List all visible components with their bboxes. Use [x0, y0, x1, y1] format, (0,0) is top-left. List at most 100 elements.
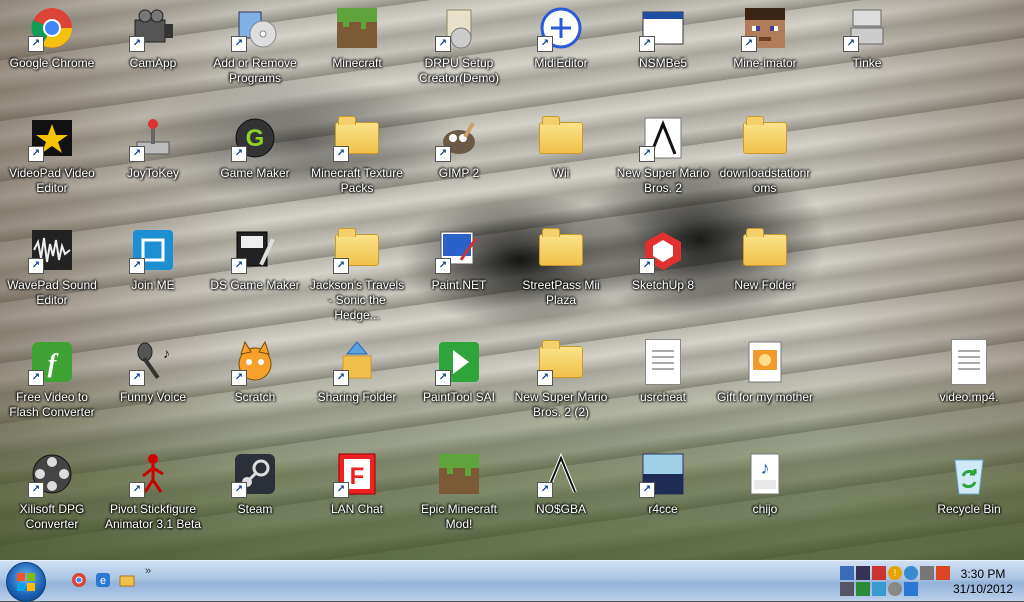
explorer-quicklaunch-icon[interactable]: [118, 571, 136, 589]
desktop-icon-jacksons-travels[interactable]: ↗ Jackson's Travels - Sonic the Hedge...: [307, 224, 407, 323]
desktop-icon-paint-net[interactable]: ↗ Paint.NET: [409, 224, 509, 293]
desktop-icon-wavepad[interactable]: ↗ WavePad Sound Editor: [2, 224, 102, 308]
user-icon[interactable]: [904, 566, 918, 580]
quicklaunch-overflow-chevron[interactable]: »: [145, 565, 151, 577]
scratch-cat-icon: ↗: [231, 338, 279, 386]
monitor-icon[interactable]: [856, 566, 870, 580]
document-icon: [945, 338, 993, 386]
desktop-icon-sketchup[interactable]: ↗ SketchUp 8: [613, 224, 713, 293]
volume-icon[interactable]: [888, 582, 902, 596]
desktop-icon-label: Game Maker: [220, 166, 290, 180]
desktop-icon-wii[interactable]: Wii: [511, 112, 611, 181]
shortcut-arrow-icon: ↗: [28, 482, 44, 498]
windows-logo-icon: [17, 573, 35, 591]
shortcut-arrow-icon: ↗: [129, 146, 145, 162]
desktop-icon-label: video.mp4.: [939, 390, 999, 404]
display-icon[interactable]: [856, 582, 870, 596]
desktop-icon-scratch[interactable]: ↗ Scratch: [205, 336, 305, 405]
chrome-icon: ↗: [28, 4, 76, 52]
desktop-icon-nosgba[interactable]: ↗ NO$GBA: [511, 448, 611, 517]
desktop-icon-joytokey[interactable]: ↗ JoyToKey: [103, 112, 203, 181]
desktop-icon-videopad[interactable]: ↗ VideoPad Video Editor: [2, 112, 102, 196]
desktop-icon-join-me[interactable]: ↗ Join ME: [103, 224, 203, 293]
desktop-icon-midieditor[interactable]: ↗ MidiEditor: [511, 2, 611, 71]
desktop-icon-ds-game-maker[interactable]: ↗ DS Game Maker: [205, 224, 305, 293]
clock[interactable]: 3:30 PM 31/10/2012: [948, 567, 1018, 597]
desktop-icon-free-video-to-flash[interactable]: f ↗ Free Video to Flash Converter: [2, 336, 102, 420]
midi-editor-icon: ↗: [537, 4, 585, 52]
start-button[interactable]: [6, 562, 46, 602]
desktop-icon-add-remove-programs[interactable]: ↗ Add or Remove Programs: [205, 2, 305, 86]
desktop-icon-nsmb2-2[interactable]: ↗ New Super Mario Bros. 2 (2): [511, 336, 611, 420]
desktop-icon-steam[interactable]: ↗ Steam: [205, 448, 305, 517]
desktop-icon-label: Paint.NET: [431, 278, 487, 292]
shortcut-arrow-icon: ↗: [435, 146, 451, 162]
desktop-icon-minecraft-texture-packs[interactable]: ↗ Minecraft Texture Packs: [307, 112, 407, 196]
desktop-icon-label: WavePad Sound Editor: [7, 278, 97, 307]
camera-icon: ↗: [129, 4, 177, 52]
taskbar: e » ! 3:30 PM 31/10/2012: [0, 560, 1024, 602]
nosgba-icon: ↗: [537, 450, 585, 498]
shortcut-arrow-icon: ↗: [435, 370, 451, 386]
shortcut-arrow-icon: ↗: [129, 258, 145, 274]
ie-quicklaunch-icon[interactable]: e: [94, 571, 112, 589]
desktop-icon-pivot-stickfigure[interactable]: ↗ Pivot Stickfigure Animator 3.1 Beta: [103, 448, 203, 532]
desktop-icon-label: Xilisoft DPG Converter: [19, 502, 85, 531]
desktop-icon-label: Add or Remove Programs: [213, 56, 297, 85]
network-icon[interactable]: [840, 566, 854, 580]
desktop-icon-mine-imator[interactable]: ↗ Mine-imator: [715, 2, 815, 71]
battery-icon[interactable]: [872, 582, 886, 596]
desktop-icon-chijo[interactable]: ♪ chijo: [715, 448, 815, 517]
chrome-quicklaunch-icon[interactable]: [70, 571, 88, 589]
shortcut-arrow-icon: ↗: [843, 36, 859, 52]
folder-icon: [537, 226, 585, 274]
desktop-icon-camapp[interactable]: ↗ CamApp: [103, 2, 203, 71]
chat-icon[interactable]: [872, 566, 886, 580]
minecraft-block-icon: [435, 450, 483, 498]
shortcut-arrow-icon: ↗: [537, 370, 553, 386]
desktop-icon-tinke[interactable]: ↗ Tinke: [817, 2, 917, 71]
join-me-icon: ↗: [129, 226, 177, 274]
desktop-icon-label: Epic Minecraft Mod!: [420, 502, 498, 531]
settings-icon[interactable]: [920, 566, 934, 580]
desktop-icon-gift-for-my-mother[interactable]: Gift for my mother: [715, 336, 815, 405]
desktop-icon-gimp[interactable]: ↗ GIMP 2: [409, 112, 509, 181]
desktop-icon-streetpass-mii-plaza[interactable]: StreetPass Mii Plaza: [511, 224, 611, 308]
desktop-icon-label: CamApp: [129, 56, 177, 70]
speaker-icon[interactable]: [840, 582, 854, 596]
desktop-icon-new-folder[interactable]: New Folder: [715, 224, 815, 293]
desktop-icon-recycle-bin[interactable]: Recycle Bin: [919, 448, 1019, 517]
desktop-icon-drpu-setup-creator[interactable]: ↗ DRPU Setup Creator(Demo): [409, 2, 509, 86]
desktop-icon-label: Minecraft: [332, 56, 382, 70]
svg-text:F: F: [350, 463, 365, 490]
desktop-icon-label: Wii: [552, 166, 570, 180]
desktop-icon-minecraft[interactable]: Minecraft: [307, 2, 407, 71]
desktop-icon-sharing-folder[interactable]: ↗ Sharing Folder: [307, 336, 407, 405]
sketchup-icon: ↗: [639, 226, 687, 274]
desktop-icon-funny-voice[interactable]: ♪ ↗ Funny Voice: [103, 336, 203, 405]
desktop-icon-r4cce[interactable]: ↗ r4cce: [613, 448, 713, 517]
desktop-icon-usrcheat[interactable]: usrcheat: [613, 336, 713, 405]
desktop-icon-nsmbe5[interactable]: ↗ NSMBe5: [613, 2, 713, 71]
shortcut-arrow-icon: ↗: [129, 370, 145, 386]
desktop-icon-label: Steam: [237, 502, 273, 516]
warning-icon[interactable]: !: [888, 566, 902, 580]
desktop-icon-label: Pivot Stickfigure Animator 3.1 Beta: [104, 502, 202, 531]
desktop-icon-label: NSMBe5: [638, 56, 688, 70]
desktop-icon-epic-minecraft-mod[interactable]: Epic Minecraft Mod!: [409, 448, 509, 532]
desktop-icon-painttool-sai[interactable]: ↗ PaintTool SAI: [409, 336, 509, 405]
steam-icon: ↗: [231, 450, 279, 498]
desktop-icon-game-maker[interactable]: G ↗ Game Maker: [205, 112, 305, 181]
desktop-icon-google-chrome[interactable]: ↗ Google Chrome: [2, 2, 102, 71]
folder-icon: ↗: [333, 114, 381, 162]
desktop-icon-lan-chat[interactable]: F ↗ LAN Chat: [307, 448, 407, 517]
desktop-icon-downloadstationroms[interactable]: downloadstationr oms: [715, 112, 815, 196]
desktop-icon-video-mp4[interactable]: video.mp4.: [919, 336, 1019, 405]
desktop-icon-nsmb2[interactable]: ↗ New Super Mario Bros. 2: [613, 112, 713, 196]
desktop-icon-xilisoft-dpg[interactable]: ↗ Xilisoft DPG Converter: [2, 448, 102, 532]
r4-icon: ↗: [639, 450, 687, 498]
sharing-folder-icon: ↗: [333, 338, 381, 386]
flag-icon[interactable]: [904, 582, 918, 596]
shortcut-arrow-icon: ↗: [129, 36, 145, 52]
videopad-star-icon: ↗: [28, 114, 76, 162]
